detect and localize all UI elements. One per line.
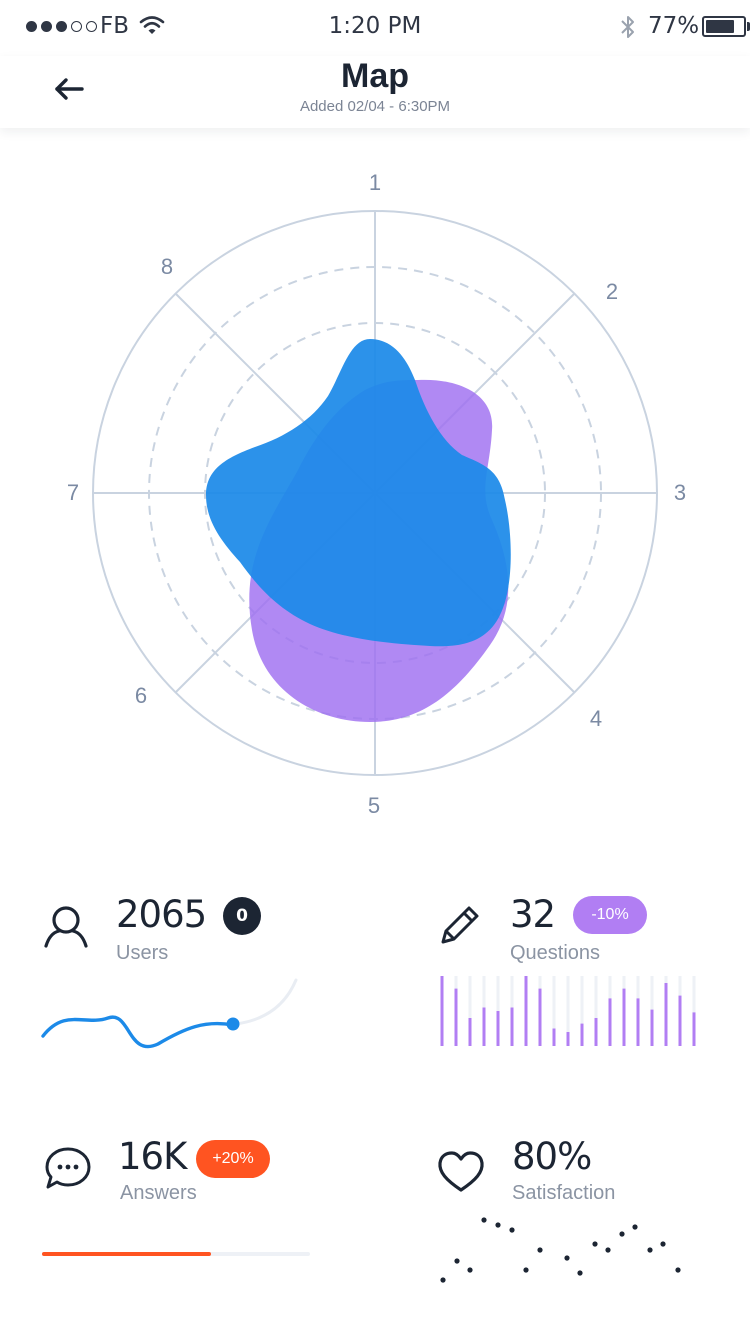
question-bar	[580, 1023, 584, 1046]
question-bar	[454, 988, 458, 1046]
questions-value: 32	[510, 893, 556, 936]
page-subtitle: Added 02/04 - 6:30PM	[299, 98, 451, 115]
users-value: 2065	[116, 893, 207, 936]
radar-axis-label-1: 1	[369, 170, 381, 195]
chat-bubble-icon	[45, 1147, 91, 1189]
questions-bar-chart	[440, 976, 696, 1046]
battery-icon	[702, 16, 746, 37]
answers-value: 16K	[118, 1135, 187, 1178]
radar-axis-label-3: 3	[674, 480, 686, 505]
questions-label: Questions	[510, 942, 601, 964]
question-bar	[496, 1011, 500, 1046]
satisfaction-dot-plot	[440, 1217, 681, 1283]
question-bar	[594, 1018, 598, 1046]
battery-percentage: 77%	[648, 13, 700, 39]
radar-axis-label-6: 6	[135, 683, 147, 708]
question-bar	[468, 1018, 472, 1046]
heart-icon	[438, 1151, 484, 1192]
question-bar	[566, 1032, 570, 1046]
question-bar	[622, 988, 626, 1046]
question-bar	[678, 995, 682, 1046]
question-bar	[538, 988, 542, 1046]
radar-axis-label-5: 5	[368, 793, 380, 818]
question-bar	[692, 1012, 696, 1046]
question-bar	[524, 976, 528, 1046]
question-bar	[510, 1007, 514, 1046]
answers-progress-fill	[42, 1252, 211, 1256]
question-bar	[608, 998, 612, 1046]
satisfaction-label: Satisfaction	[512, 1182, 616, 1204]
question-bar	[650, 1009, 654, 1046]
radar-chart: 1 2 3 4 5 6 7 8	[67, 170, 686, 818]
answers-progress-bar	[42, 1252, 310, 1256]
satisfaction-value: 80%	[512, 1135, 592, 1178]
users-badge: 0	[223, 897, 261, 935]
status-bar: FB 1:20 PM 77%	[0, 0, 750, 56]
users-sparkline	[41, 978, 298, 1049]
radar-axis-label-8: 8	[161, 254, 173, 279]
question-bar	[440, 976, 444, 1046]
radar-axis-label-2: 2	[606, 279, 618, 304]
answers-label: Answers	[120, 1182, 197, 1204]
question-bar	[664, 983, 668, 1046]
radar-axis-label-4: 4	[590, 706, 602, 731]
pencil-icon	[441, 906, 479, 944]
question-bar	[552, 1028, 556, 1046]
answers-badge: +20%	[196, 1140, 270, 1178]
users-sparkline-point	[226, 1017, 240, 1031]
radar-axis-label-7: 7	[67, 480, 79, 505]
question-bar	[636, 998, 640, 1046]
page-title: Map	[341, 57, 409, 95]
question-bar	[482, 1007, 486, 1046]
questions-badge: -10%	[573, 896, 647, 934]
navigation-bar: Map Added 02/04 - 6:30PM	[0, 56, 750, 128]
bluetooth-icon	[621, 16, 634, 38]
user-icon	[44, 906, 88, 948]
